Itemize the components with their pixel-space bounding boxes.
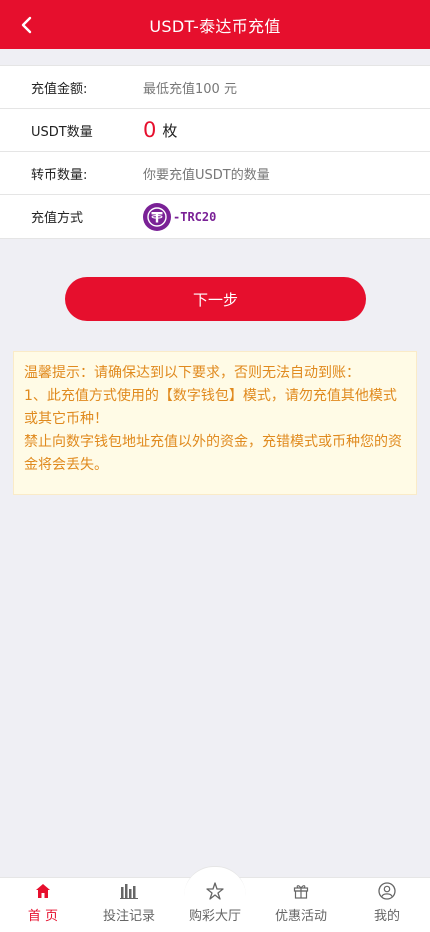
back-icon[interactable] — [14, 12, 40, 38]
amount-input[interactable]: 最低充值100 元 — [143, 78, 237, 97]
tab-promotions-label: 优惠活动 — [274, 909, 327, 924]
method-row: 充值方式 -TRC20 — [0, 195, 430, 238]
tab-promotions[interactable]: 优惠活动 — [258, 878, 344, 932]
tab-mine[interactable]: 我的 — [344, 878, 430, 932]
coin-label: 转币数量: — [31, 167, 88, 183]
bar-chart-icon — [119, 881, 139, 901]
amount-row: 充值金额: 最低充值100 元 — [0, 66, 430, 109]
tab-lottery-hall-label: 购彩大厅 — [188, 909, 241, 924]
warning-tips: 温馨提示：请确保达到以下要求，否则无法自动到账： 1、此充值方式使用的【数字钱包… — [13, 351, 417, 495]
user-icon — [377, 881, 397, 901]
gift-icon — [291, 881, 311, 901]
tab-bet-records[interactable]: 投注记录 — [86, 878, 172, 932]
method-option[interactable]: -TRC20 — [143, 202, 217, 231]
tab-bet-records-label: 投注记录 — [102, 909, 155, 924]
usdt-count: 0 — [143, 117, 157, 142]
coin-input[interactable]: 你要充值USDT的数量 — [143, 164, 270, 183]
tether-icon — [143, 202, 171, 231]
coin-row: 转币数量: 你要充值USDT的数量 — [0, 152, 430, 195]
trc20-label: -TRC20 — [173, 209, 217, 224]
page-title: USDT-泰达币充值 — [149, 16, 281, 36]
recharge-form: 充值金额: 最低充值100 元 USDT数量 0 枚 转币数量: 你要充值USD… — [0, 65, 430, 239]
next-step-button[interactable]: 下一步 — [65, 277, 366, 321]
tab-lottery-hall[interactable]: 购彩大厅 — [172, 878, 258, 932]
method-label: 充值方式 — [31, 211, 84, 226]
header-bar: USDT-泰达币充值 — [0, 0, 430, 49]
usdt-label: USDT数量 — [31, 124, 93, 140]
tab-mine-label: 我的 — [373, 909, 400, 924]
tip-line-3: 禁止向数字钱包地址充值以外的资金，充错模式或币种您的资金将会丢失。 — [24, 434, 402, 473]
tab-home[interactable]: 首 页 — [0, 878, 86, 932]
bottom-tab-bar: 首 页 投注记录 购彩大厅 优惠活动 我的 — [0, 866, 430, 932]
usdt-unit: 枚 — [162, 121, 178, 140]
tip-line-1: 温馨提示：请确保达到以下要求，否则无法自动到账： — [24, 365, 360, 381]
star-icon — [205, 881, 225, 901]
usdt-amount: 0 枚 — [143, 117, 178, 142]
home-icon — [33, 881, 53, 901]
amount-label: 充值金额: — [31, 81, 88, 97]
tip-line-2: 1、此充值方式使用的【数字钱包】模式，请勿充值其他模式或其它币种！ — [24, 388, 397, 427]
usdt-row: USDT数量 0 枚 — [0, 109, 430, 152]
tab-home-label: 首 页 — [27, 909, 59, 924]
